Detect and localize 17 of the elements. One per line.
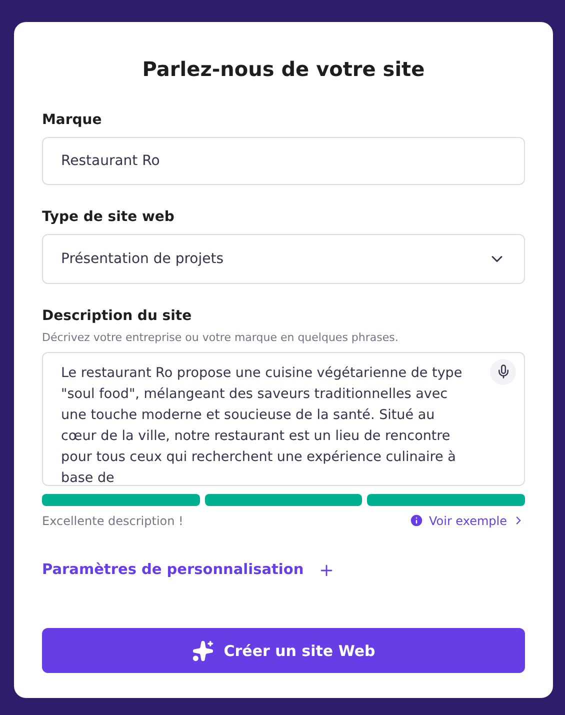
field-label: Marque xyxy=(42,111,103,130)
customization-toggle[interactable]: Paramètres de personnalisation xyxy=(42,560,335,582)
field-label: Description du site xyxy=(42,307,193,326)
description-field[interactable]: Le restaurant Ro propose une cuisine végétarienne de type "soul food", mélangeant des saveurs traditionnelles avec une touche moderne et soucieuse de la santé. Situé au cœur de la ville, notre restaurant est un lieu de rencontre pour tous ceux qui recherchent une expérience culinaire à base de xyxy=(42,352,525,486)
sparkles-icon xyxy=(192,640,214,662)
microphone-icon xyxy=(496,364,510,379)
form-title: Parlez-nous de votre site xyxy=(141,56,426,83)
field-label: Type de site web xyxy=(42,208,176,227)
create-site-button[interactable]: Créer un site Web xyxy=(42,628,525,674)
example-link-text[interactable]: Voir exemple xyxy=(428,512,507,530)
description-rating: Excellente description ! xyxy=(42,512,184,530)
site-type-select[interactable]: Présentation de projets xyxy=(42,234,525,284)
brand-field[interactable]: Restaurant Ro xyxy=(42,137,525,185)
info-icon xyxy=(408,513,424,528)
example-link[interactable]: Voir exemple xyxy=(408,512,525,530)
microphone-button[interactable] xyxy=(490,358,516,384)
field-hint: Décrivez votre entreprise ou votre marque en quelques phrases. xyxy=(42,330,400,346)
